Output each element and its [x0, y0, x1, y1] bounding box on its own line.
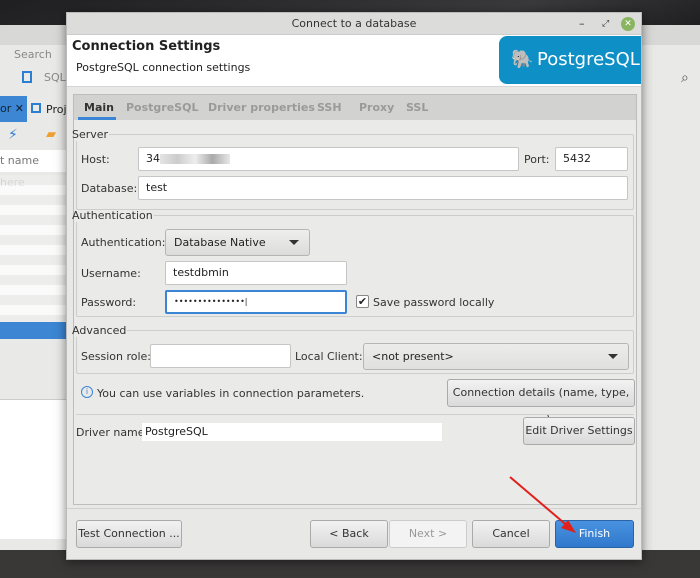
annotation-arrow-line: [509, 476, 571, 529]
annotation-arrow: [509, 476, 576, 533]
